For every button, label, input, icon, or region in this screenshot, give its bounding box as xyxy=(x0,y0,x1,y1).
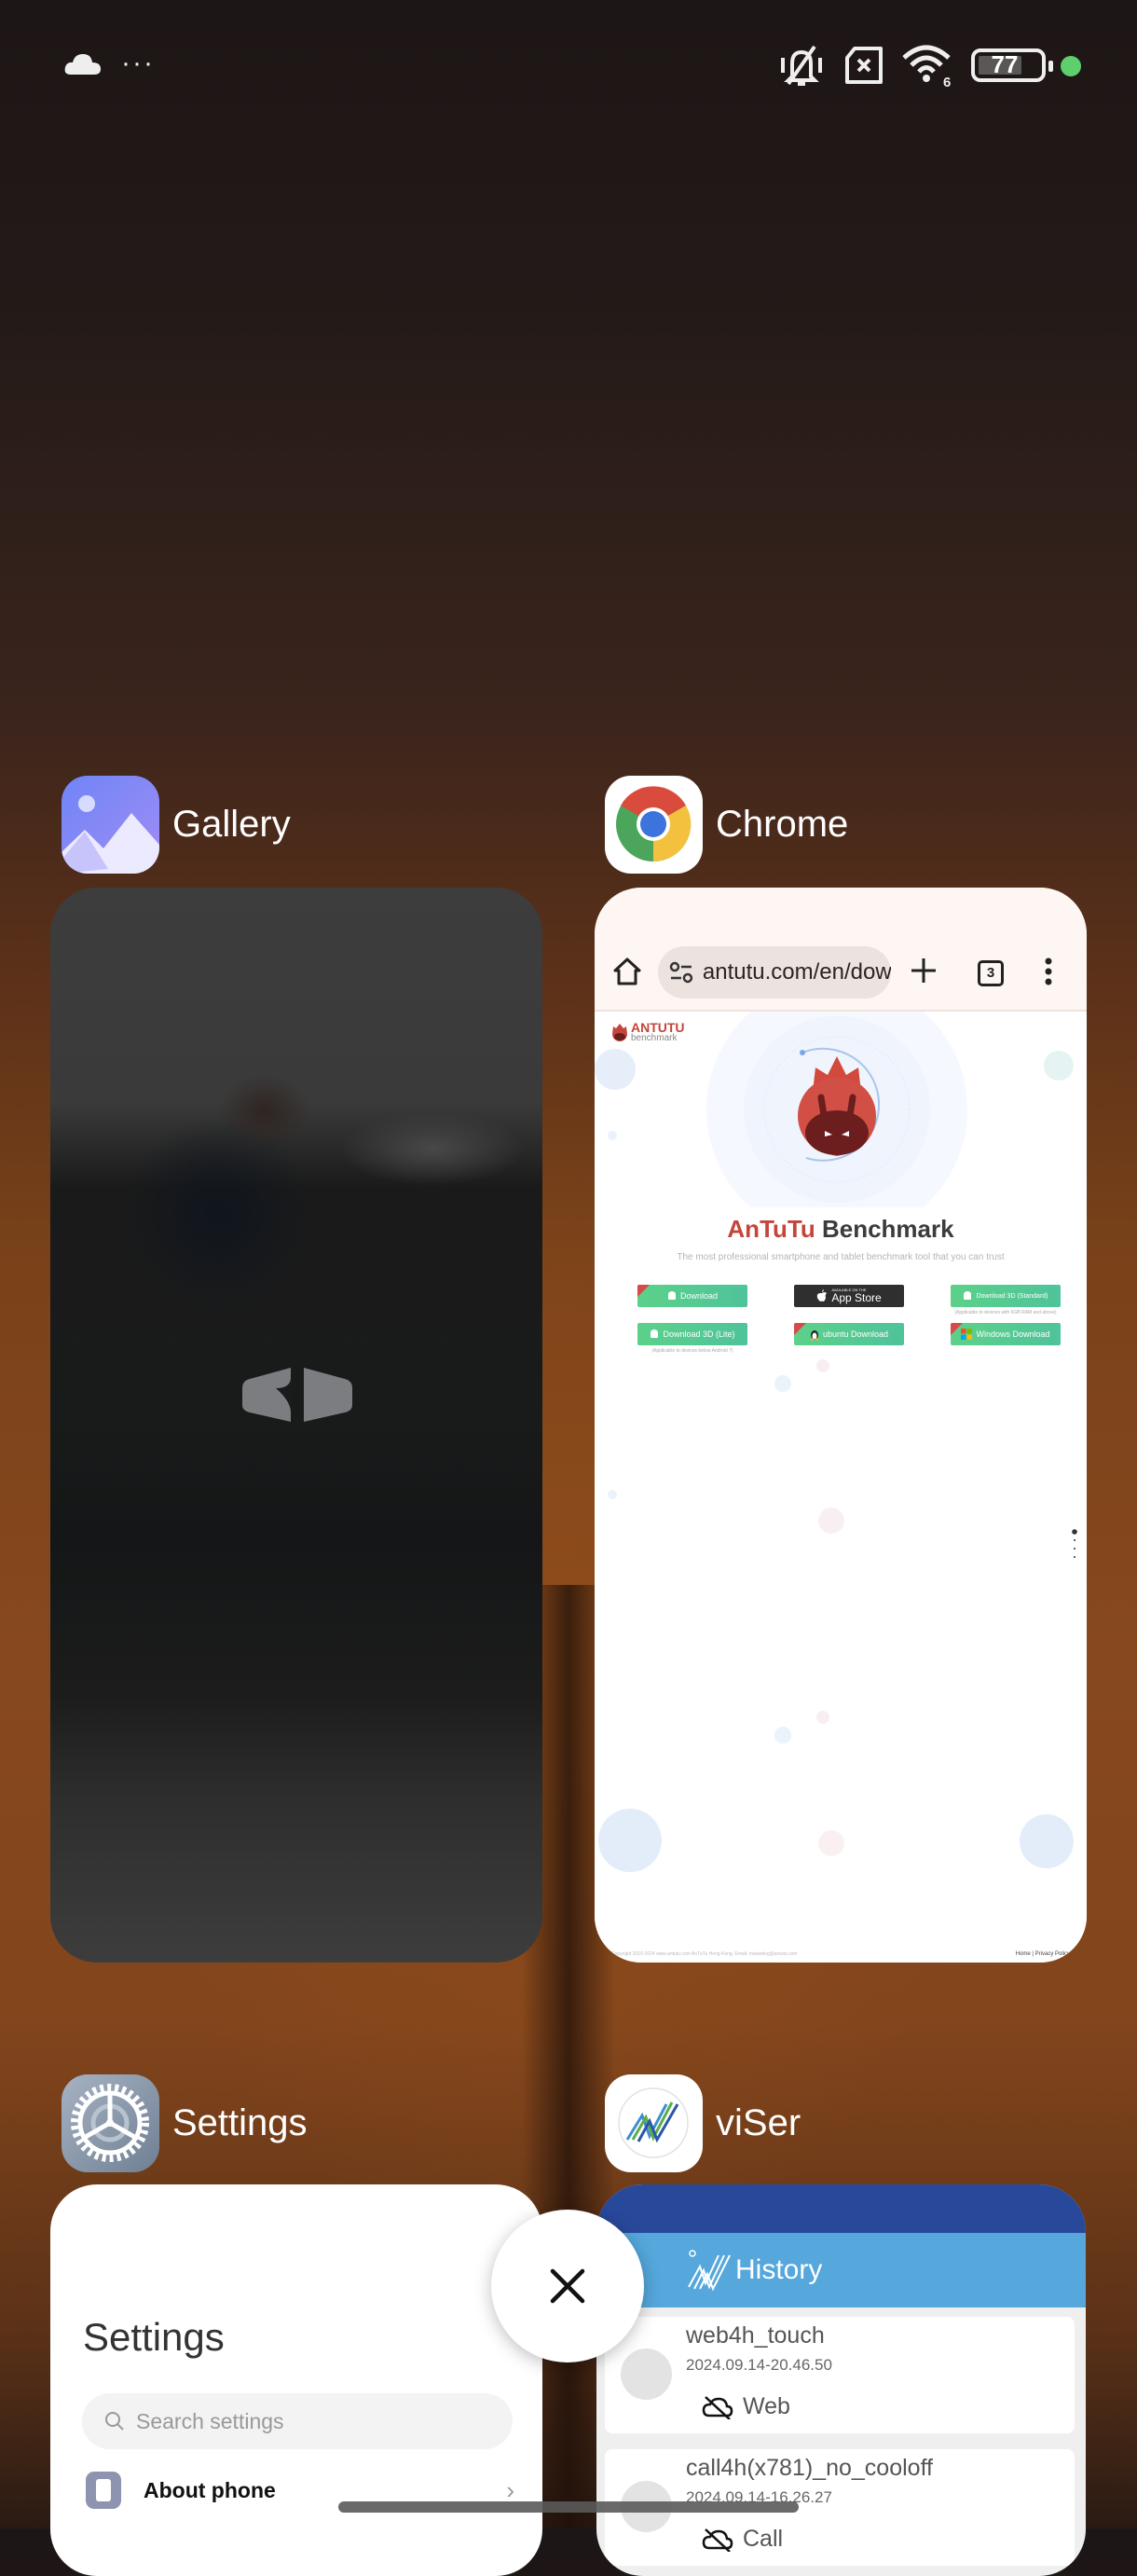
download-3d-lite-button[interactable]: Download 3D (Lite) xyxy=(637,1323,747,1345)
url-text: antutu.com/en/dow xyxy=(702,959,891,985)
webpage-content: ANTUTU benchmark AnTuTu Benchmark The mo… xyxy=(595,1012,1087,1963)
history-item[interactable]: web4h_touch 2024.09.14-20.46.50 Web xyxy=(605,2317,1075,2433)
row-label: About phone xyxy=(144,2477,276,2502)
gesture-navigation-bar[interactable] xyxy=(338,2501,799,2513)
viser-icon xyxy=(605,2074,703,2172)
recent-card-chrome[interactable]: antutu.com/en/dow 3 ANTUTU benchmark AnT… xyxy=(595,888,1087,1963)
antutu-logo-title: ANTUTU xyxy=(631,1020,685,1035)
apple-icon xyxy=(817,1289,828,1302)
app-label-gallery: Gallery xyxy=(172,804,291,845)
app-label-settings: Settings xyxy=(172,2102,308,2143)
settings-title: Settings xyxy=(83,2315,225,2359)
chrome-toolbar: antutu.com/en/dow 3 xyxy=(595,888,1087,1012)
app-label-chrome: Chrome xyxy=(716,804,849,845)
more-options-icon[interactable] xyxy=(1044,957,1053,985)
battery-level: 77 xyxy=(991,50,1019,78)
page-title: AnTuTu Benchmark xyxy=(727,1215,954,1243)
gallery-icon xyxy=(62,776,159,874)
page-section-indicator[interactable] xyxy=(1072,1529,1077,1566)
svg-text:6: 6 xyxy=(943,75,951,88)
download-3d-lite-note: (Applicable to devices below Android 7) xyxy=(651,1348,733,1354)
viser-logo-icon xyxy=(688,2250,731,2291)
windows-icon xyxy=(961,1329,973,1340)
chevron-right-icon: › xyxy=(506,2475,514,2504)
antutu-logo-icon xyxy=(612,1024,627,1041)
url-bar[interactable]: antutu.com/en/dow xyxy=(658,946,891,999)
history-name: web4h_touch xyxy=(686,2322,825,2349)
search-icon xyxy=(105,2412,124,2431)
settings-search-input[interactable]: Search settings xyxy=(82,2393,513,2449)
recent-app-header-viser[interactable]: viSer xyxy=(605,2074,801,2172)
more-notifications-icon: ··· xyxy=(121,48,155,78)
ubuntu-download-button[interactable]: ubuntu Download xyxy=(794,1323,904,1345)
new-tab-icon[interactable] xyxy=(908,955,939,986)
download-3d-standard-button[interactable]: Download 3D (Standard) xyxy=(951,1285,1061,1307)
android-icon xyxy=(964,1291,972,1300)
close-icon xyxy=(550,2268,585,2304)
history-date: 2024.09.14-20.46.50 xyxy=(686,2356,832,2374)
cloud-off-icon xyxy=(702,2395,733,2419)
tab-switcher-button[interactable]: 3 xyxy=(978,960,1004,986)
app-store-button[interactable]: AVAILABLE ON THE App Store xyxy=(794,1285,904,1307)
search-placeholder: Search settings xyxy=(136,2408,284,2433)
page-subtitle: The most professional smartphone and tab… xyxy=(677,1252,1005,1262)
recent-app-header-chrome[interactable]: Chrome xyxy=(605,776,848,874)
battery-icon: 77 xyxy=(971,48,1053,82)
viser-header-title: History xyxy=(735,2254,823,2285)
phone-icon xyxy=(86,2472,121,2509)
wifi-icon: 6 xyxy=(902,45,951,88)
home-icon[interactable] xyxy=(611,956,643,987)
viser-status-area xyxy=(596,2184,1086,2233)
recent-app-header-gallery[interactable]: Gallery xyxy=(62,776,291,874)
download-3d-standard-note: (Applicable to devices with 6GB RAM and … xyxy=(954,1310,1057,1316)
settings-gear-icon xyxy=(62,2074,159,2172)
active-indicator-dot xyxy=(1061,56,1081,76)
status-bar: ··· 6 77 xyxy=(0,0,1137,131)
cloud-off-icon xyxy=(702,2528,733,2552)
antutu-logo-subtitle: benchmark xyxy=(631,1033,678,1043)
download-button[interactable]: Download xyxy=(637,1285,747,1307)
page-footer-links[interactable]: Home | Privacy Policy xyxy=(1016,1951,1070,1957)
antutu-logo[interactable]: ANTUTU benchmark xyxy=(611,1021,685,1043)
history-avatar xyxy=(621,2349,672,2400)
chrome-icon xyxy=(605,776,703,874)
clear-all-button[interactable] xyxy=(491,2210,644,2362)
android-icon xyxy=(667,1291,676,1300)
history-type: Web xyxy=(702,2393,790,2420)
recent-app-header-settings[interactable]: Settings xyxy=(62,2074,308,2172)
linux-icon xyxy=(810,1330,819,1341)
mute-vibrate-icon xyxy=(781,45,822,86)
app-label-viser: viSer xyxy=(716,2102,801,2143)
history-name: call4h(x781)_no_cooloff xyxy=(686,2455,934,2481)
no-sim-icon xyxy=(845,47,883,84)
site-settings-icon[interactable] xyxy=(669,961,693,984)
gallery-placeholder-icon xyxy=(242,1368,352,1422)
recent-card-viser[interactable]: History web4h_touch 2024.09.14-20.46.50 … xyxy=(596,2184,1086,2576)
cloud-icon xyxy=(64,54,101,75)
page-footer-copyright: Copyright 2010-2024 www.antutu.com AnTuT… xyxy=(611,1951,798,1957)
android-icon xyxy=(651,1329,659,1338)
recent-card-settings[interactable]: Settings Search settings About phone › xyxy=(50,2184,542,2576)
antutu-hero-graphic xyxy=(706,1012,967,1207)
windows-download-button[interactable]: Windows Download xyxy=(951,1323,1061,1345)
history-type: Call xyxy=(702,2526,783,2553)
recent-card-gallery[interactable] xyxy=(50,888,542,1963)
viser-app-bar: History xyxy=(596,2233,1086,2307)
